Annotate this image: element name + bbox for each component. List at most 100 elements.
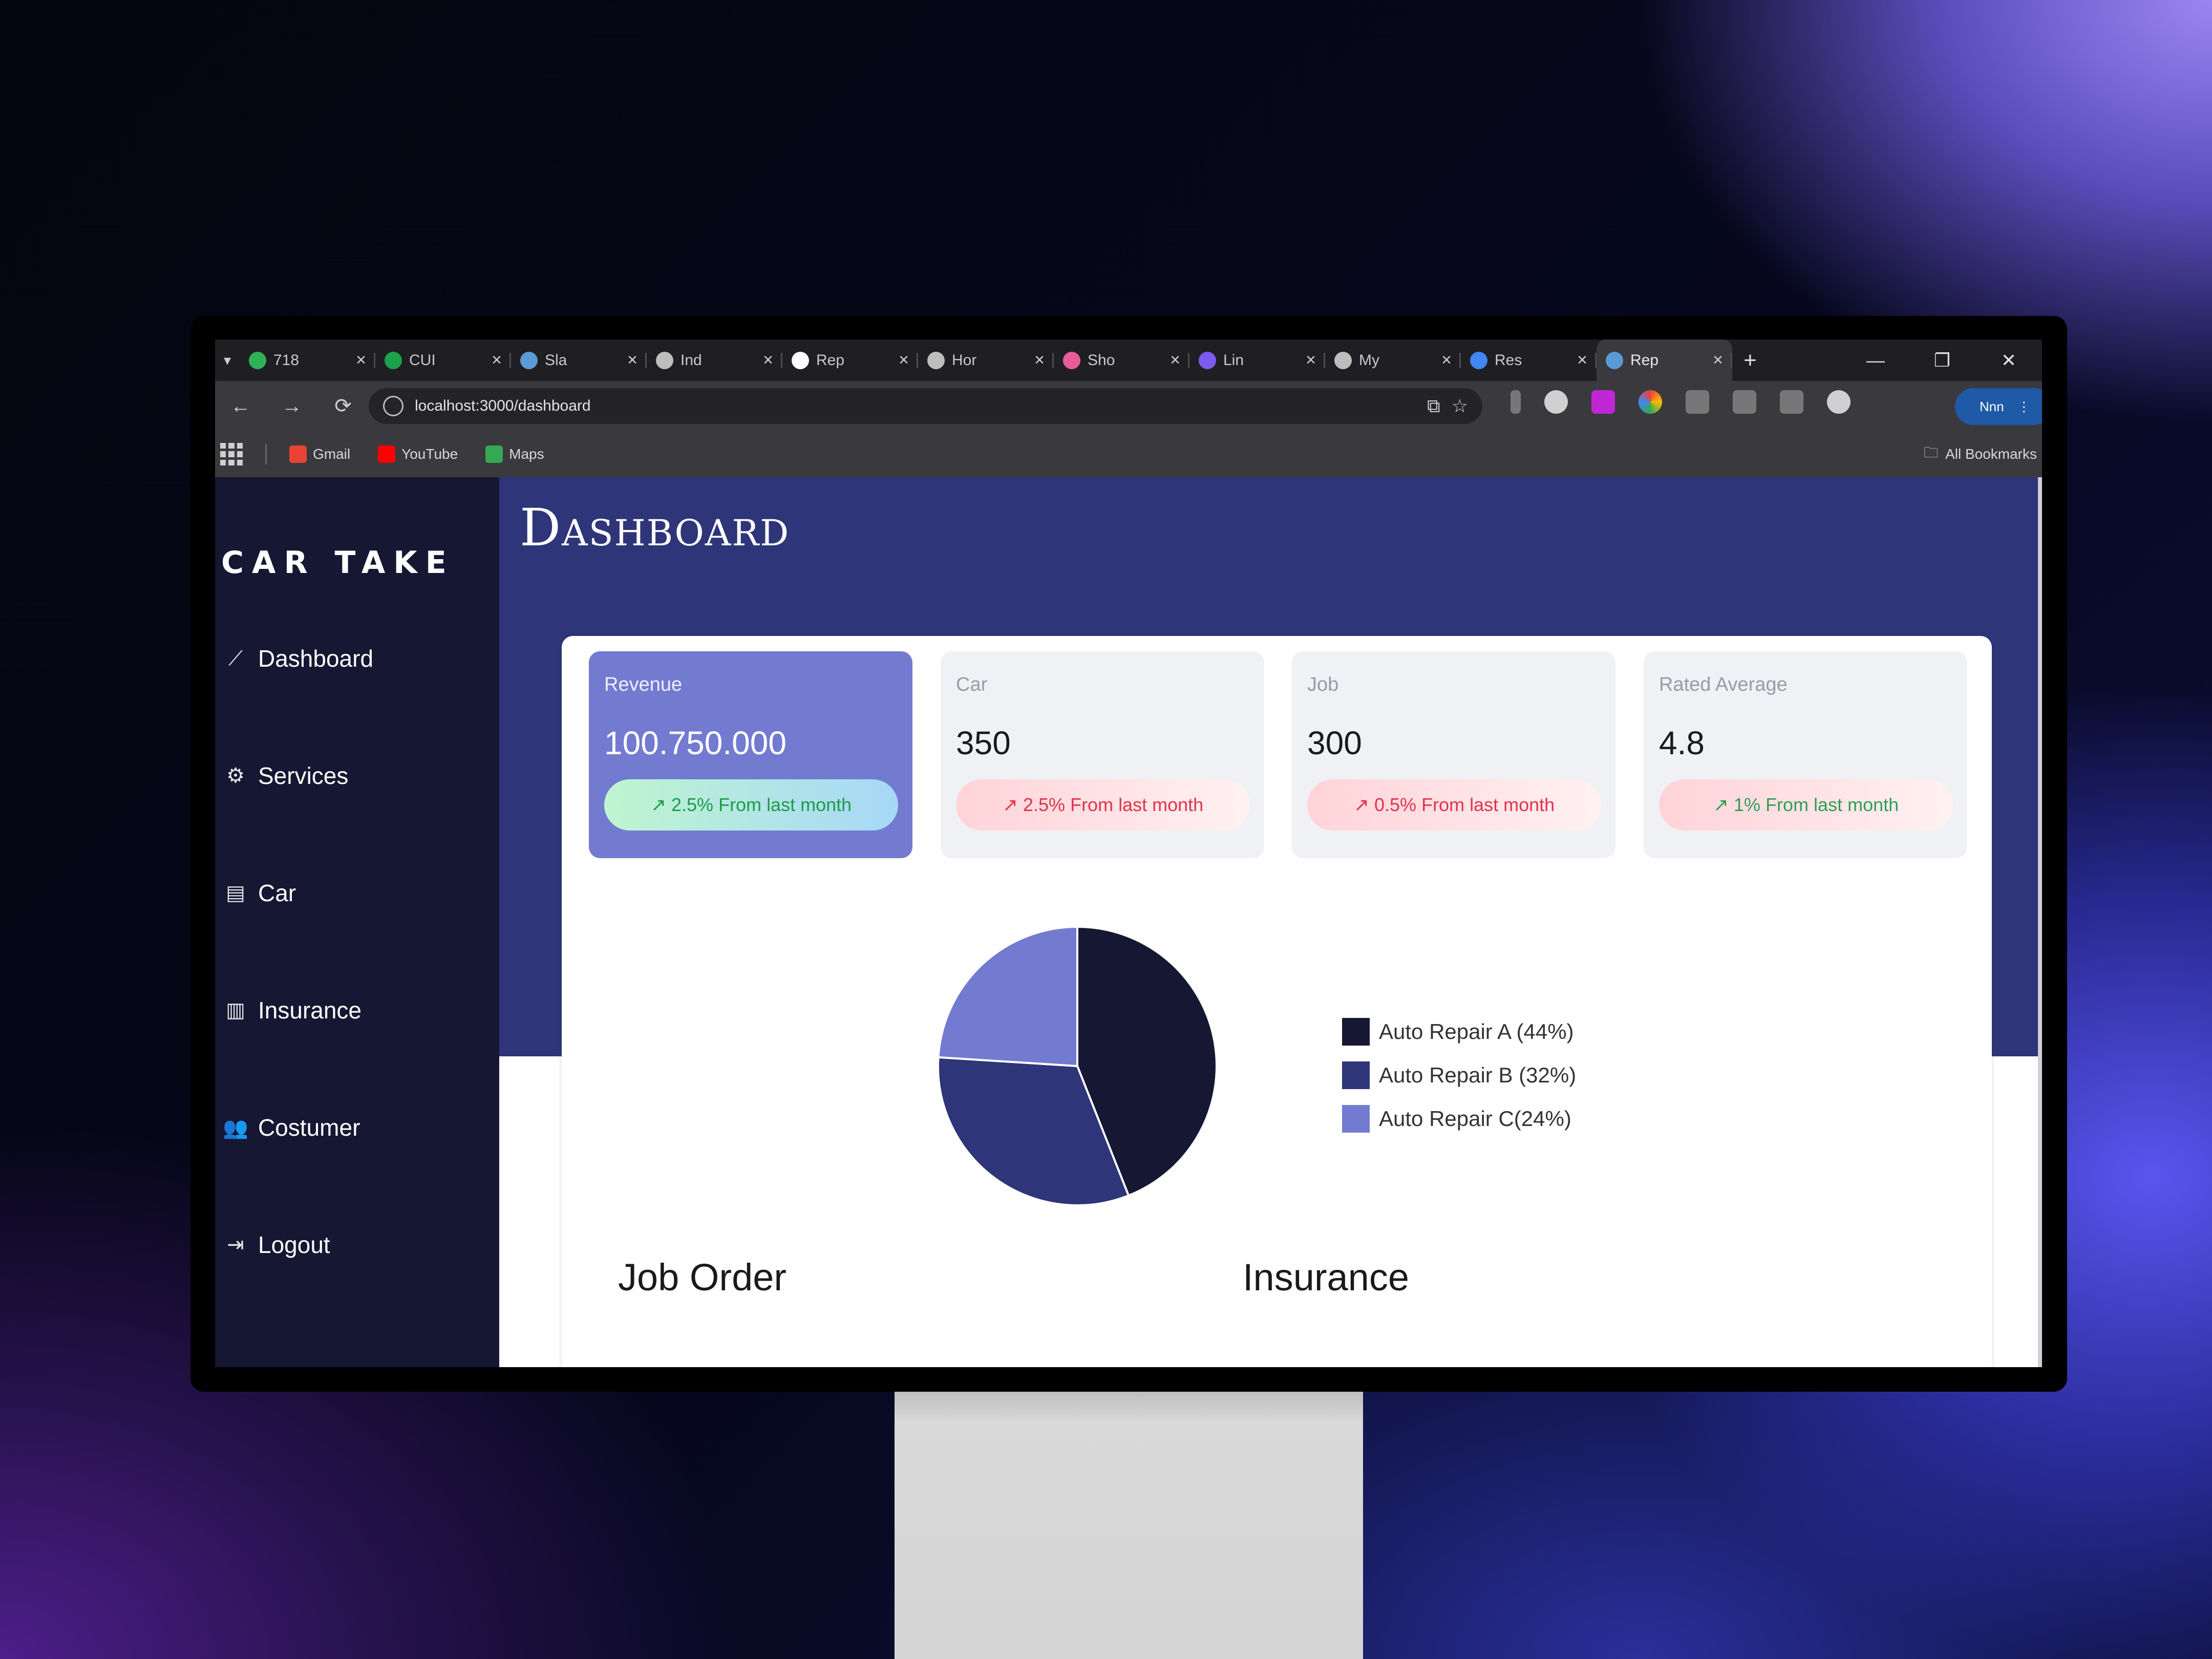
sidebar-item-label: Car	[258, 880, 296, 906]
bookmark-item[interactable]: Gmail	[289, 445, 350, 463]
legend-label: Auto Repair B (32%)	[1379, 1062, 1577, 1087]
tab-close-icon[interactable]: ×	[492, 350, 502, 370]
tab-close-icon[interactable]: ×	[1306, 350, 1316, 370]
tab-favicon-icon	[1063, 351, 1080, 369]
new-tab-button[interactable]: +	[1732, 348, 1768, 373]
extension-icon[interactable]	[1544, 390, 1568, 414]
sidebar-item-logout[interactable]: ⇥ Logout	[222, 1231, 330, 1259]
tab-close-icon[interactable]: ×	[1170, 350, 1180, 370]
extensions-row	[1511, 390, 1851, 414]
tab-title: Rep	[1630, 351, 1659, 369]
all-bookmarks-label: All Bookmarks	[1945, 446, 2037, 462]
tab-title: My	[1359, 351, 1379, 369]
stat-value: 350	[956, 725, 1011, 761]
tab-favicon-icon	[792, 351, 809, 369]
browser-tab[interactable]: Rep ×	[782, 339, 918, 381]
tab-close-icon[interactable]: ×	[1034, 350, 1045, 370]
media-icon[interactable]	[1733, 390, 1756, 414]
tab-favicon-icon	[249, 351, 266, 369]
tab-search-icon[interactable]: ▾	[215, 339, 240, 381]
trend-text: 1% From last month	[1734, 794, 1899, 815]
monitor-stand	[895, 1390, 1363, 1659]
stat-card-car: Car 350 ↗ 2.5% From last month	[941, 651, 1264, 858]
browser-toolbar: ← → ⟳ localhost:3000/dashboard ⧉ ☆ Nnn ⋮	[215, 381, 2042, 431]
stat-value: 300	[1307, 725, 1362, 761]
download-icon[interactable]	[1780, 390, 1803, 414]
bookmark-label: Gmail	[313, 446, 351, 462]
sidebar-item-services[interactable]: ⚙ Services	[222, 762, 348, 790]
browser-tab[interactable]: CUI ×	[375, 339, 511, 381]
car-icon: ▤	[226, 882, 245, 904]
profile-label: Nnn	[1980, 398, 2004, 414]
tab-close-icon[interactable]: ×	[763, 350, 773, 370]
pie-slice-auto-repair-c	[937, 925, 1078, 1068]
trend-arrow-icon: ↗	[1353, 794, 1370, 815]
legend-swatch	[1342, 1104, 1370, 1133]
sidebar-item-car[interactable]: ▤ Car	[222, 879, 296, 907]
bookmark-item[interactable]: YouTube	[378, 445, 458, 463]
tab-close-icon[interactable]: ×	[356, 350, 366, 370]
browser-tab[interactable]: My ×	[1325, 339, 1461, 381]
legend-label: Auto Repair A (44%)	[1379, 1019, 1574, 1044]
browser-tab[interactable]: Rep ×	[1597, 339, 1732, 381]
extension-icon[interactable]	[1511, 390, 1521, 414]
tab-title: Sho	[1088, 351, 1115, 369]
trend-badge: ↗ 0.5% From last month	[1307, 779, 1601, 831]
legend-label: Auto Repair C(24%)	[1379, 1106, 1571, 1131]
bookmark-favicon-icon	[485, 445, 503, 463]
address-bar[interactable]: localhost:3000/dashboard ⧉ ☆	[369, 388, 1482, 424]
site-info-icon[interactable]	[383, 396, 403, 416]
menu-kebab-icon[interactable]: ⋮	[2017, 399, 2031, 415]
brand-logo: CAR TAKE	[221, 545, 455, 581]
tab-close-icon[interactable]: ×	[1577, 350, 1587, 370]
sidebar-item-label: Dashboard	[258, 645, 374, 672]
bookmark-label: YouTube	[401, 446, 458, 462]
back-icon[interactable]: ←	[215, 395, 266, 418]
browser-tab[interactable]: Sho ×	[1054, 339, 1189, 381]
stat-card-revenue: Revenue 100.750.000 ↗ 2.5% From last month	[589, 651, 912, 858]
browser-tab[interactable]: Lin ×	[1189, 339, 1325, 381]
browser-tab[interactable]: Ind ×	[647, 339, 782, 381]
extension-icon[interactable]	[1639, 390, 1662, 414]
restore-icon[interactable]: ❐	[1909, 350, 1975, 371]
bookmark-list: Gmail YouTube Maps	[289, 445, 544, 463]
forward-icon[interactable]: →	[266, 395, 317, 418]
tab-close-icon[interactable]: ×	[1441, 350, 1452, 370]
minimize-icon[interactable]: —	[1842, 350, 1909, 371]
bookmark-item[interactable]: Maps	[485, 445, 544, 463]
browser-tab[interactable]: Sla ×	[511, 339, 647, 381]
reload-icon[interactable]: ⟳	[317, 394, 369, 418]
browser-tab-bar: ▾ 718 × CUI × Sla × Ind × Rep × Hor × Sho × Lin × My × Res…	[215, 339, 2042, 381]
all-bookmarks-button[interactable]: 🗀 All Bookmarks	[1924, 442, 2037, 466]
sidebar-item-insurance[interactable]: ▥ Insurance	[222, 996, 361, 1024]
url-text[interactable]: localhost:3000/dashboard	[415, 397, 1416, 415]
tab-title: Ind	[680, 351, 702, 369]
close-window-icon[interactable]: ✕	[1975, 350, 2042, 371]
insurance-title: Insurance	[1243, 1256, 1409, 1299]
folder-icon: 🗀	[1924, 444, 1939, 460]
trend-badge: ↗ 1% From last month	[1659, 779, 1953, 831]
browser-tab[interactable]: 718 ×	[240, 339, 375, 381]
extension-icon[interactable]	[1591, 390, 1615, 414]
tab-title: Rep	[816, 351, 845, 369]
browser-tab[interactable]: Hor ×	[918, 339, 1054, 381]
chart-box-icon: ▥	[226, 999, 245, 1022]
scrollbar[interactable]	[2038, 477, 2042, 1367]
trend-arrow-icon: ↗	[1002, 794, 1018, 815]
browser-tab[interactable]: Res ×	[1461, 339, 1597, 381]
apps-grid-icon[interactable]	[220, 443, 243, 465]
bookmark-star-icon[interactable]: ☆	[1452, 395, 1468, 417]
tab-close-icon[interactable]: ×	[899, 350, 909, 370]
tab-close-icon[interactable]: ×	[1713, 350, 1723, 370]
extensions-puzzle-icon[interactable]	[1686, 390, 1709, 414]
tab-close-icon[interactable]: ×	[627, 350, 637, 370]
sidebar-item-dashboard[interactable]: ⟋ Dashboard	[222, 645, 373, 672]
install-app-icon[interactable]: ⧉	[1427, 395, 1440, 417]
avatar[interactable]	[1827, 390, 1851, 414]
sidebar-item-costumer[interactable]: 👥 Costumer	[222, 1114, 360, 1141]
tab-favicon-icon	[1606, 351, 1623, 369]
profile-button[interactable]: Nnn ⋮	[1955, 388, 2042, 425]
bookmark-label: Maps	[509, 446, 544, 462]
tab-title: Hor	[952, 351, 977, 369]
divider	[265, 444, 267, 464]
